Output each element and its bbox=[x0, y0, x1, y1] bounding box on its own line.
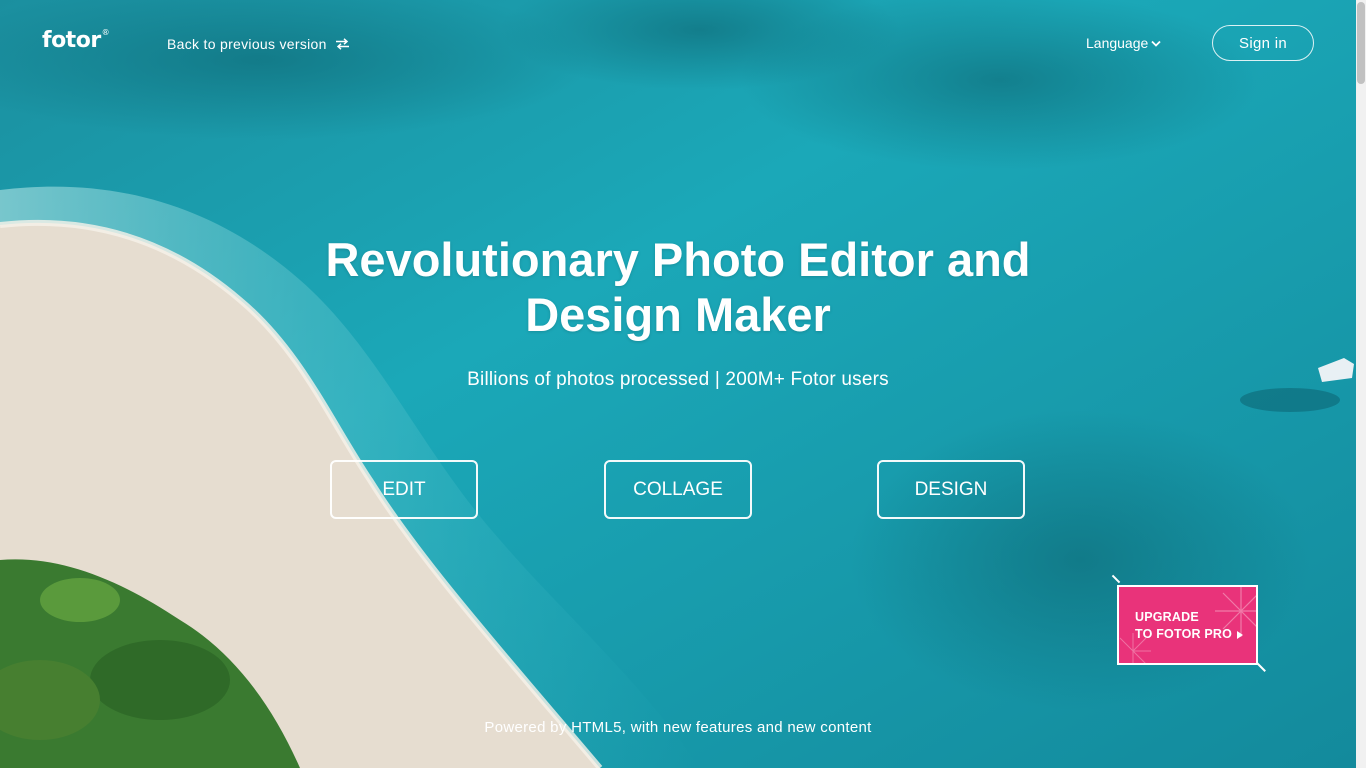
promo-line-2-text: TO FOTOR PRO bbox=[1135, 627, 1233, 641]
upgrade-pro-banner[interactable]: UPGRADE TO FOTOR PRO bbox=[1117, 585, 1258, 665]
collage-button-label: COLLAGE bbox=[633, 478, 723, 500]
edit-button[interactable]: EDIT bbox=[330, 460, 478, 519]
design-button-label: DESIGN bbox=[914, 478, 988, 500]
language-label: Language bbox=[1086, 35, 1149, 51]
sign-in-button[interactable]: Sign in bbox=[1212, 25, 1314, 61]
fotor-landing-page: fotor® Back to previous version Language… bbox=[0, 0, 1366, 768]
back-to-previous-version-link[interactable]: Back to previous version bbox=[167, 36, 350, 52]
sign-in-label: Sign in bbox=[1239, 34, 1287, 52]
registered-mark: ® bbox=[101, 27, 110, 37]
promo-line-2: TO FOTOR PRO bbox=[1135, 626, 1244, 643]
chevron-down-icon bbox=[1151, 40, 1161, 47]
swap-arrows-icon bbox=[335, 38, 349, 50]
fotor-logo[interactable]: fotor® bbox=[42, 27, 110, 53]
hero-subtitle: Billions of photos processed | 200M+ Fot… bbox=[467, 369, 889, 390]
design-button[interactable]: DESIGN bbox=[877, 460, 1025, 519]
edit-button-label: EDIT bbox=[382, 478, 426, 500]
language-selector[interactable]: Language bbox=[1086, 35, 1161, 51]
vertical-scrollbar[interactable] bbox=[1356, 0, 1366, 768]
hero-title-line-1: Revolutionary Photo Editor and bbox=[325, 233, 1031, 286]
collage-button[interactable]: COLLAGE bbox=[604, 460, 752, 519]
scrollbar-thumb[interactable] bbox=[1357, 2, 1365, 84]
logo-text: fotor bbox=[42, 28, 101, 53]
play-triangle-icon bbox=[1237, 630, 1244, 639]
hero-title: Revolutionary Photo Editor and Design Ma… bbox=[233, 232, 1123, 342]
footer-note: Powered by HTML5, with new features and … bbox=[484, 719, 872, 736]
promo-line-1: UPGRADE bbox=[1135, 610, 1199, 624]
hero-title-line-2: Design Maker bbox=[525, 288, 831, 341]
promo-text: UPGRADE TO FOTOR PRO bbox=[1135, 609, 1244, 643]
back-link-label: Back to previous version bbox=[167, 36, 327, 52]
